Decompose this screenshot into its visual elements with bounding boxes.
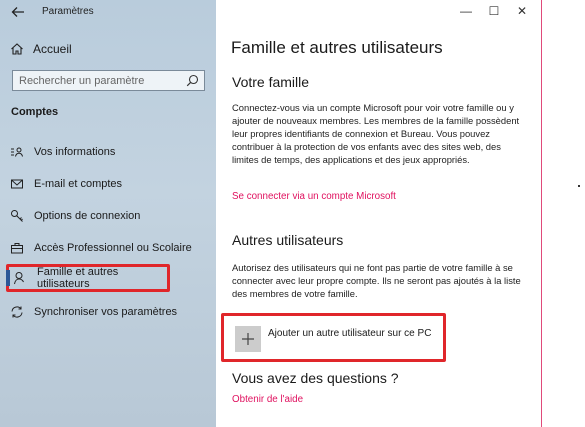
home-label: Accueil — [33, 42, 72, 56]
sidebar-item-work-school[interactable]: Accès Professionnel ou Scolaire — [6, 234, 206, 262]
close-icon[interactable]: ✕ — [512, 4, 532, 18]
person-card-icon — [11, 147, 23, 157]
get-help-link[interactable]: Obtenir de l'aide — [232, 394, 303, 405]
sidebar-item-label: Famille et autres utilisateurs — [37, 266, 119, 290]
sidebar-item-label: Options de connexion — [34, 210, 141, 222]
search-icon[interactable] — [186, 74, 199, 87]
section-title: Comptes — [11, 106, 59, 118]
sidebar-item-email[interactable]: E-mail et comptes — [6, 170, 206, 198]
other-users-description: Autorisez des utilisateurs qui ne font p… — [232, 262, 521, 299]
family-heading: Votre famille — [232, 74, 310, 90]
sidebar-item-vos-informations[interactable]: Vos informations — [6, 138, 206, 166]
minimize-icon[interactable]: — — [456, 4, 476, 18]
back-arrow-icon[interactable] — [10, 4, 26, 20]
add-user-button[interactable]: Ajouter un autre utilisateur sur ce PC — [221, 313, 446, 362]
mail-icon — [11, 179, 23, 189]
stray-mark — [578, 185, 580, 187]
main-content: — ☐ ✕ Famille et autres utilisateurs Vot… — [216, 0, 541, 427]
sidebar-item-family[interactable]: Famille et autres utilisateurs — [6, 264, 170, 292]
home-icon — [11, 43, 23, 55]
family-description: Connectez-vous via un compte Microsoft p… — [232, 102, 520, 165]
page-title: Famille et autres utilisateurs — [231, 38, 443, 57]
add-user-label: Ajouter un autre utilisateur sur ce PC — [268, 328, 432, 339]
briefcase-icon — [11, 243, 23, 254]
sidebar-item-label: E-mail et comptes — [34, 178, 123, 190]
person-icon — [14, 272, 24, 285]
sync-icon — [11, 306, 23, 318]
sidebar-item-label: Synchroniser vos paramètres — [34, 306, 178, 318]
app-title: Paramètres — [42, 6, 94, 17]
sidebar-item-label: Vos informations — [34, 146, 116, 158]
questions-heading: Vous avez des questions ? — [232, 370, 399, 386]
sidebar-item-sign-in-options[interactable]: Options de connexion — [6, 202, 206, 230]
search-input[interactable] — [13, 74, 184, 87]
plus-icon — [235, 326, 261, 352]
maximize-icon[interactable]: ☐ — [484, 4, 504, 18]
settings-window: Paramètres Accueil Comptes Vos informati… — [0, 0, 542, 427]
microsoft-signin-link[interactable]: Se connecter via un compte Microsoft — [232, 191, 396, 202]
sidebar-item-sync[interactable]: Synchroniser vos paramètres — [6, 298, 206, 326]
sidebar-item-label: Accès Professionnel ou Scolaire — [34, 242, 192, 254]
other-users-heading: Autres utilisateurs — [232, 232, 344, 248]
home-link[interactable]: Accueil — [10, 40, 72, 58]
sidebar: Paramètres Accueil Comptes Vos informati… — [0, 0, 216, 427]
key-icon — [11, 210, 23, 222]
search-box[interactable] — [12, 70, 205, 91]
